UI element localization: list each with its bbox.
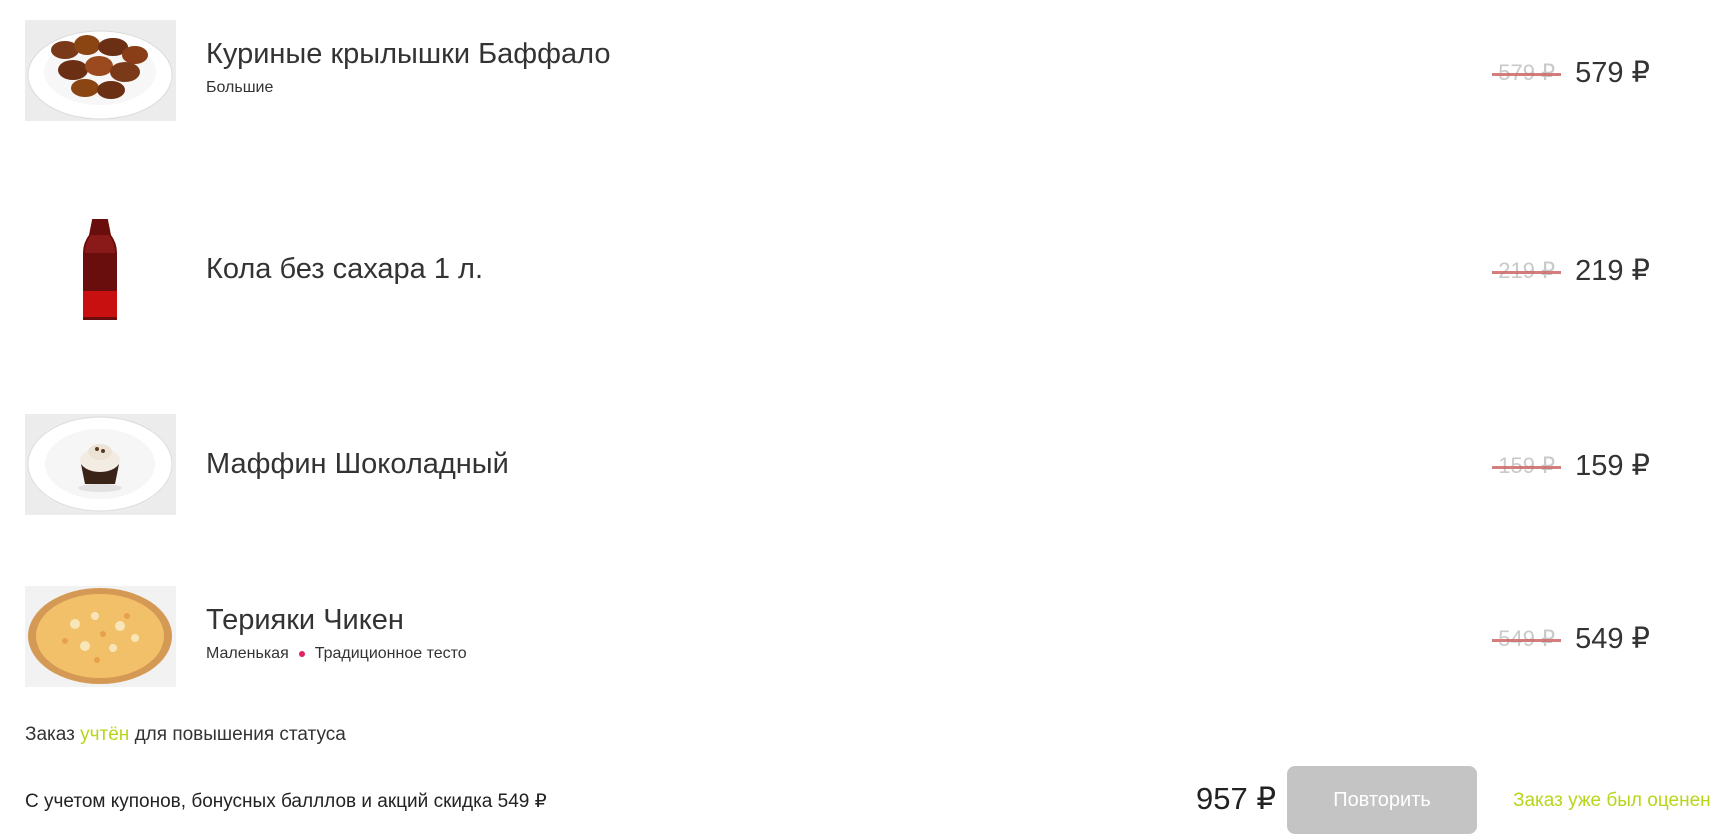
item-name: Терияки Чикен	[206, 604, 404, 636]
discount-summary: С учетом купонов, бонусных балллов и акц…	[25, 791, 547, 812]
old-price: 549 ₽	[1492, 626, 1562, 652]
item-options: Маленькая Традиционное тесто	[206, 645, 467, 663]
item-name: Кола без сахара 1 л.	[206, 253, 484, 285]
teriyaki-pizza-image	[25, 586, 176, 687]
bottle-label: 1 л	[94, 319, 107, 320]
item-name: Маффин Шоколадный	[206, 448, 509, 480]
order-status-text: Заказ учтён для повышения статуса	[25, 724, 346, 745]
order-item: Терияки Чикен Маленькая Традиционное тес…	[25, 586, 1705, 687]
old-price: 219 ₽	[1492, 258, 1562, 284]
chocolate-muffin-image	[25, 414, 176, 515]
item-name: Куриные крылышки Баффало	[206, 38, 611, 70]
item-price: 579 ₽	[1575, 57, 1650, 89]
item-option: Маленькая	[206, 645, 289, 662]
order-total: 957 ₽	[1196, 781, 1277, 816]
chicken-wings-image	[25, 20, 176, 121]
item-options: Большие	[206, 79, 610, 97]
old-price: 579 ₽	[1492, 60, 1562, 86]
order-details: Куриные крылышки Баффало Большие 579 ₽ 5…	[25, 0, 1711, 840]
item-price: 219 ₽	[1575, 255, 1650, 287]
order-rated-text: Заказ уже был оценен	[1513, 790, 1711, 811]
cola-bottle-image: 1 л	[25, 219, 176, 320]
option-separator-dot	[298, 651, 305, 657]
item-price: 159 ₽	[1575, 450, 1650, 482]
item-option: Традиционное тесто	[314, 645, 467, 662]
status-highlight: учтён	[80, 724, 130, 745]
old-price: 159 ₽	[1492, 453, 1562, 479]
order-item: Маффин Шоколадный 159 ₽ 159 ₽	[25, 414, 1705, 515]
repeat-order-button[interactable]: Повторить	[1287, 766, 1477, 834]
item-option: Большие	[206, 79, 274, 96]
order-item: 1 л Кола без сахара 1 л. 219 ₽ 219 ₽	[25, 219, 1705, 320]
item-price: 549 ₽	[1575, 623, 1650, 655]
order-item: Куриные крылышки Баффало Большие 579 ₽ 5…	[25, 20, 1705, 121]
